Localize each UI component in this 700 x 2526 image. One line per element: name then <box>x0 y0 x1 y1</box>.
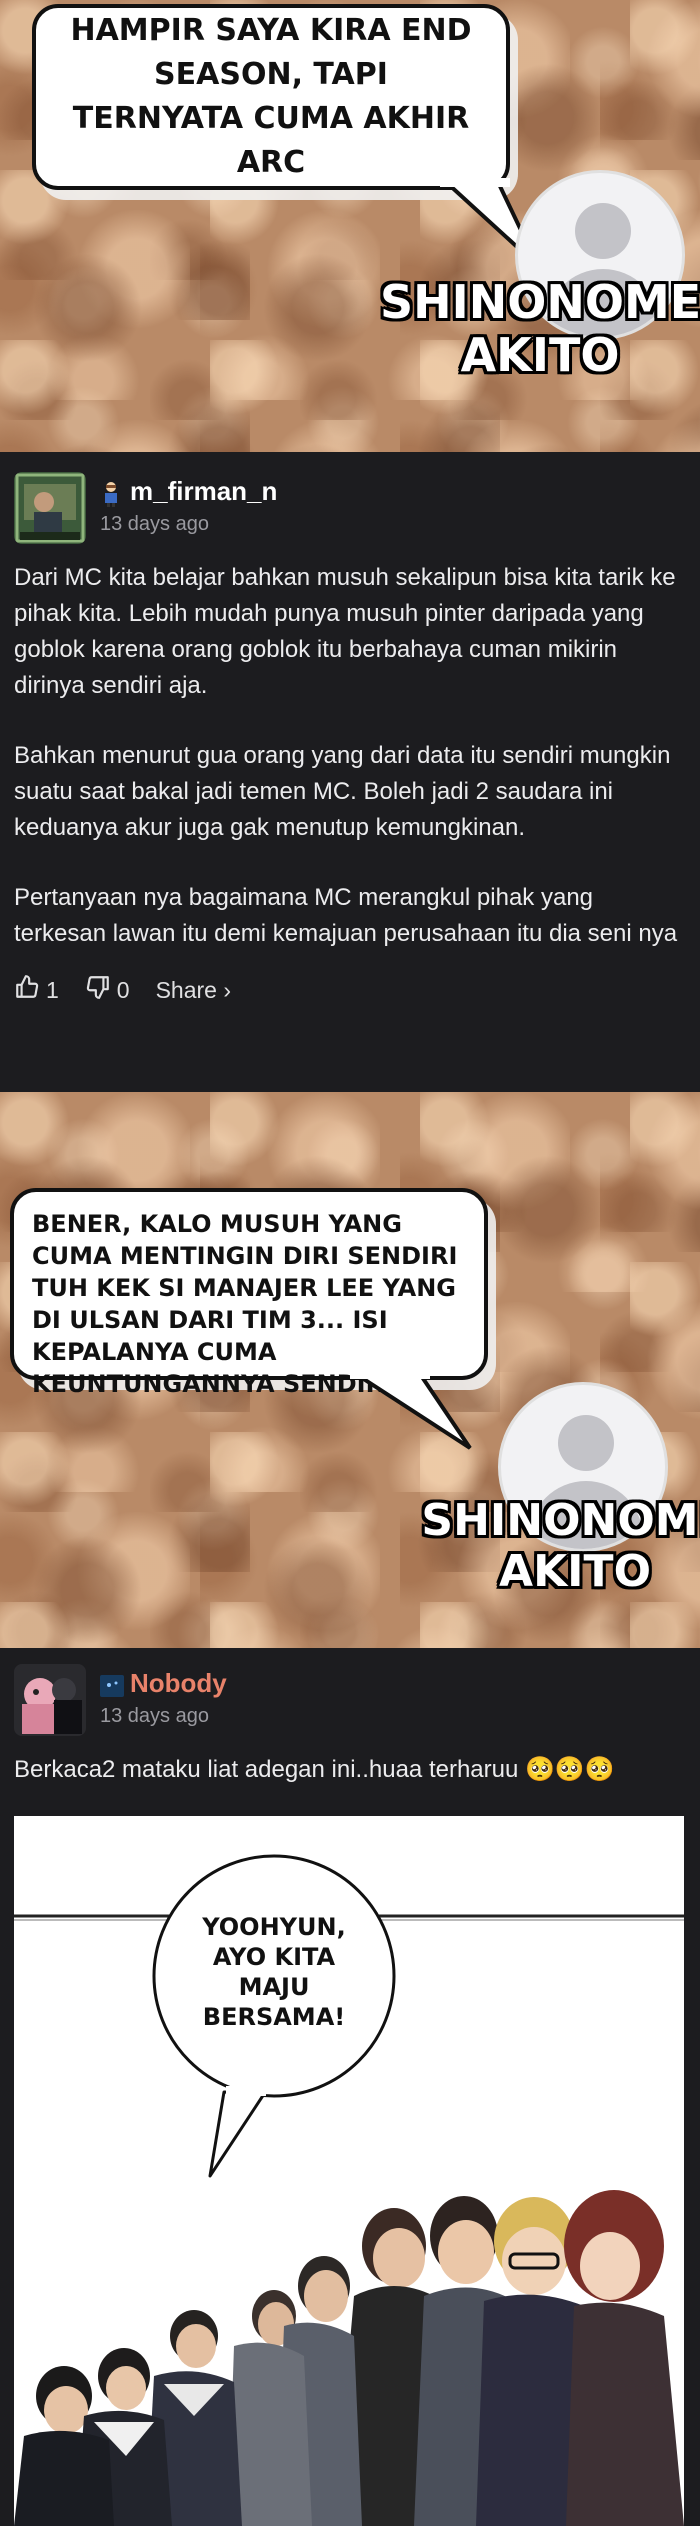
username-caption: Shinonome Akito <box>421 1495 700 1597</box>
comment-paragraph: Dari MC kita belajar bahkan musuh sekali… <box>14 564 676 699</box>
user-badge-icon <box>100 1673 124 1697</box>
crowd-illustration <box>14 2190 684 2526</box>
comment-card: Nobody 13 days ago Berkaca2 mataku liat … <box>0 1648 700 2526</box>
manga-speech-text: Yoohyun, ayo kita maju bersama! <box>202 1913 346 2031</box>
username-caption: Shinonome Akito <box>380 275 700 382</box>
comment-body: Berkaca2 mataku liat adegan ini..huaa te… <box>14 1752 686 1788</box>
speech-bubble: Hampir saya kira end season, tapi ternya… <box>32 4 510 190</box>
reply-panel-1: Hampir saya kira end season, tapi ternya… <box>0 0 700 452</box>
commenter-avatar[interactable] <box>14 472 86 544</box>
dislike-count: 0 <box>116 976 130 1003</box>
attached-image[interactable]: Yoohyun, ayo kita maju bersama! <box>14 1816 684 2526</box>
commenter-avatar[interactable] <box>14 1664 86 1736</box>
comment-actions: 1 0 Share › <box>14 974 686 1006</box>
speech-bubble-text: Hampir saya kira end season, tapi ternya… <box>70 13 472 180</box>
share-button[interactable]: Share › <box>156 977 231 1004</box>
comment-timestamp: 13 days ago <box>100 513 209 535</box>
comment-timestamp: 13 days ago <box>100 1705 209 1727</box>
thumbs-down-icon <box>85 974 111 1006</box>
comment-card: m_firman_n 13 days ago Dari MC kita bela… <box>0 452 700 1092</box>
speech-bubble: Bener, kalo musuh yang cuma mentingin di… <box>10 1188 488 1398</box>
comment-body: Dari MC kita belajar bahkan musuh sekali… <box>14 560 686 952</box>
user-badge-icon <box>100 481 122 507</box>
comment-paragraph: Bahkan menurut gua orang yang dari data … <box>14 742 671 841</box>
speech-tail <box>350 1370 472 1450</box>
comment-paragraph: Pertanyaan nya bagaimana MC merangkul pi… <box>14 884 678 947</box>
commenter-username[interactable]: Nobody <box>130 1668 227 1699</box>
reply-panel-2: Bener, kalo musuh yang cuma mentingin di… <box>0 1092 700 1648</box>
comment-paragraph: Berkaca2 mataku liat adegan ini..huaa te… <box>14 1756 615 1783</box>
like-button[interactable]: 1 <box>14 974 59 1006</box>
dislike-button[interactable]: 0 <box>85 974 130 1006</box>
thumbs-up-icon <box>14 974 40 1006</box>
commenter-username[interactable]: m_firman_n <box>130 476 277 507</box>
like-count: 1 <box>46 976 59 1003</box>
